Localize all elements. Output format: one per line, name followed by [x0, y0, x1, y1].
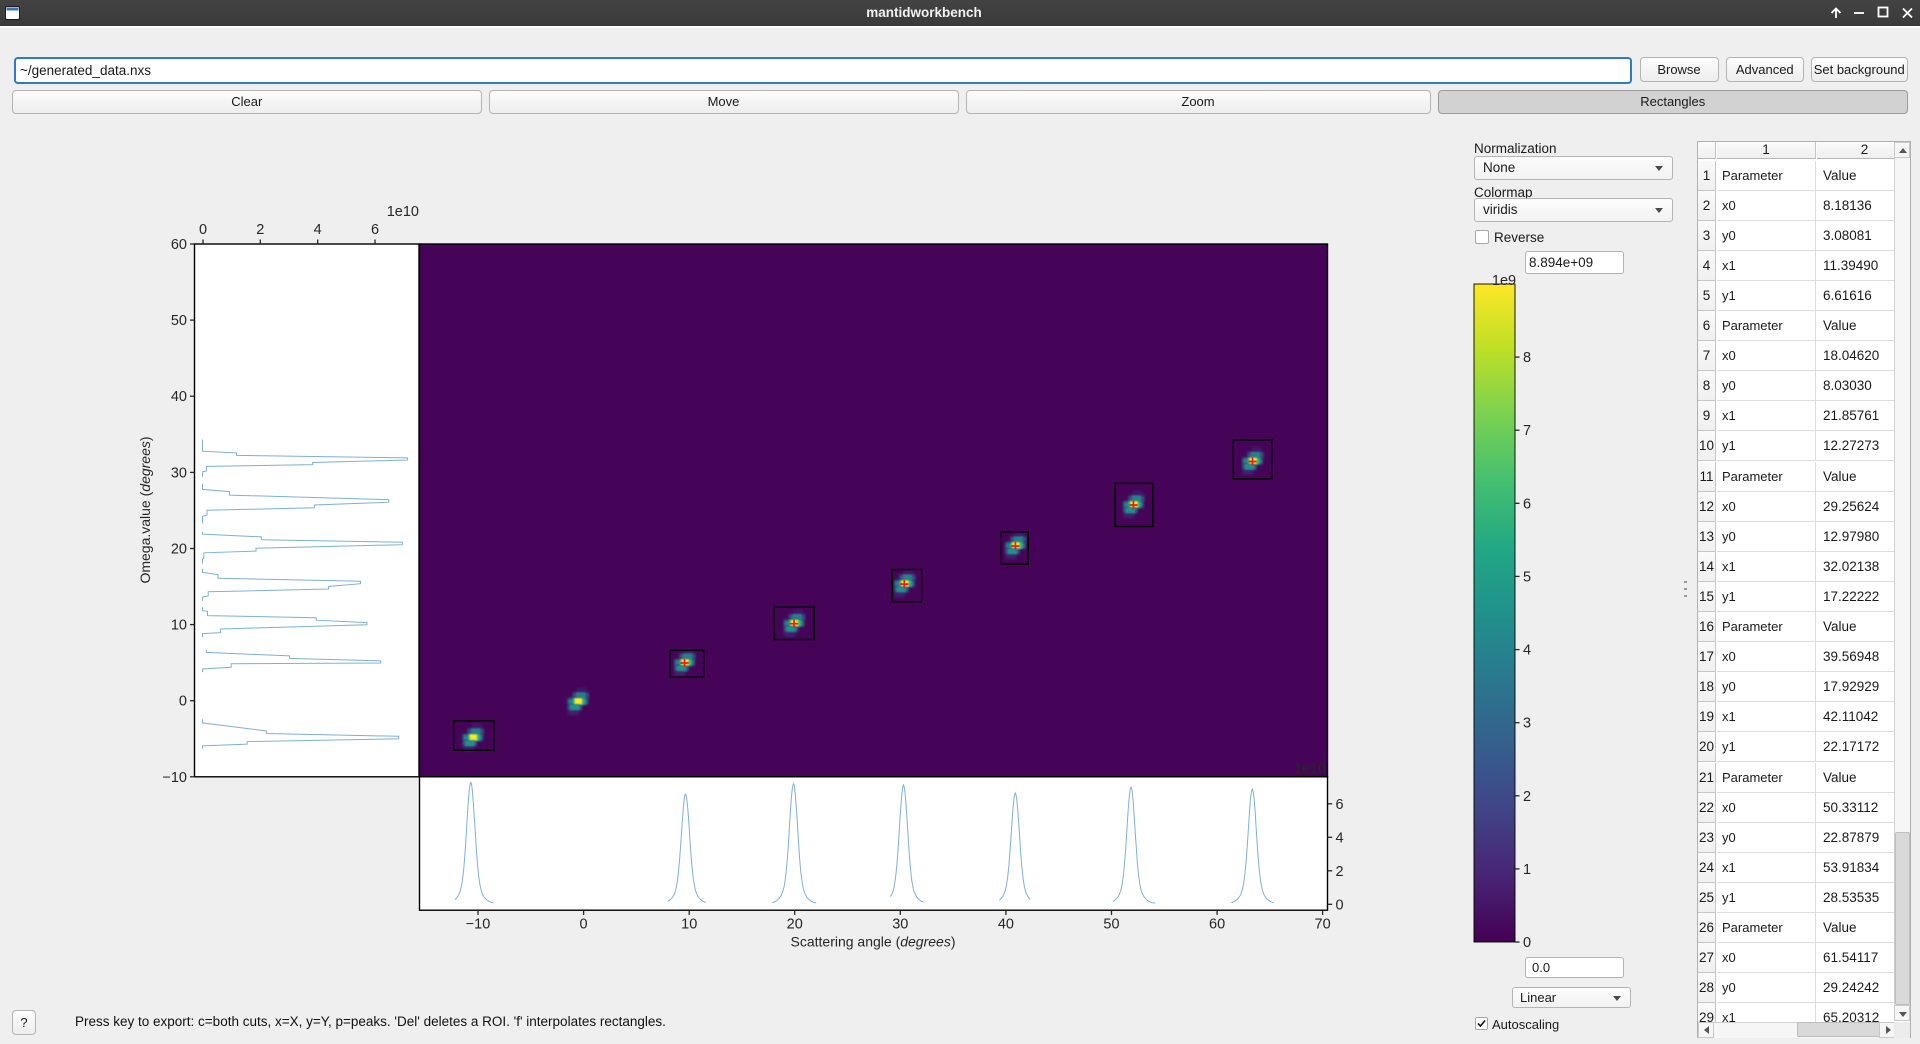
svg-text:30: 30 [892, 917, 908, 933]
svg-text:60: 60 [171, 237, 187, 253]
svg-text:20: 20 [171, 542, 187, 558]
svg-text:Scattering angle (degrees): Scattering angle (degrees) [791, 934, 956, 950]
svg-text:4: 4 [1523, 643, 1531, 659]
svg-text:20: 20 [787, 917, 803, 933]
svg-text:0: 0 [1336, 897, 1344, 913]
svg-text:6: 6 [371, 222, 379, 238]
svg-text:−10: −10 [466, 917, 491, 933]
svg-text:50: 50 [1103, 917, 1119, 933]
svg-text:8: 8 [1523, 350, 1531, 366]
svg-text:40: 40 [998, 917, 1014, 933]
svg-text:2: 2 [1523, 789, 1531, 805]
svg-text:6: 6 [1523, 496, 1531, 512]
svg-text:1e10: 1e10 [387, 204, 419, 220]
svg-text:10: 10 [171, 618, 187, 634]
svg-text:3: 3 [1523, 716, 1531, 732]
svg-text:0: 0 [1523, 935, 1531, 951]
svg-text:40: 40 [171, 389, 187, 405]
svg-text:0: 0 [179, 694, 187, 710]
svg-text:1e10: 1e10 [1294, 762, 1326, 778]
svg-text:60: 60 [1209, 917, 1225, 933]
svg-text:30: 30 [171, 465, 187, 481]
svg-text:6: 6 [1336, 797, 1344, 813]
svg-text:10: 10 [681, 917, 697, 933]
svg-text:Omega.value (degrees): Omega.value (degrees) [137, 436, 153, 583]
svg-text:0: 0 [580, 917, 588, 933]
svg-text:0: 0 [199, 222, 207, 238]
svg-text:1e9: 1e9 [1492, 273, 1516, 289]
svg-text:50: 50 [171, 313, 187, 329]
svg-text:70: 70 [1315, 917, 1331, 933]
svg-text:5: 5 [1523, 569, 1531, 585]
svg-text:4: 4 [1336, 830, 1344, 846]
svg-text:7: 7 [1523, 423, 1531, 439]
svg-text:−10: −10 [162, 770, 187, 786]
svg-text:2: 2 [1336, 864, 1344, 880]
svg-text:2: 2 [256, 222, 264, 238]
svg-text:1: 1 [1523, 862, 1531, 878]
svg-text:4: 4 [314, 222, 322, 238]
